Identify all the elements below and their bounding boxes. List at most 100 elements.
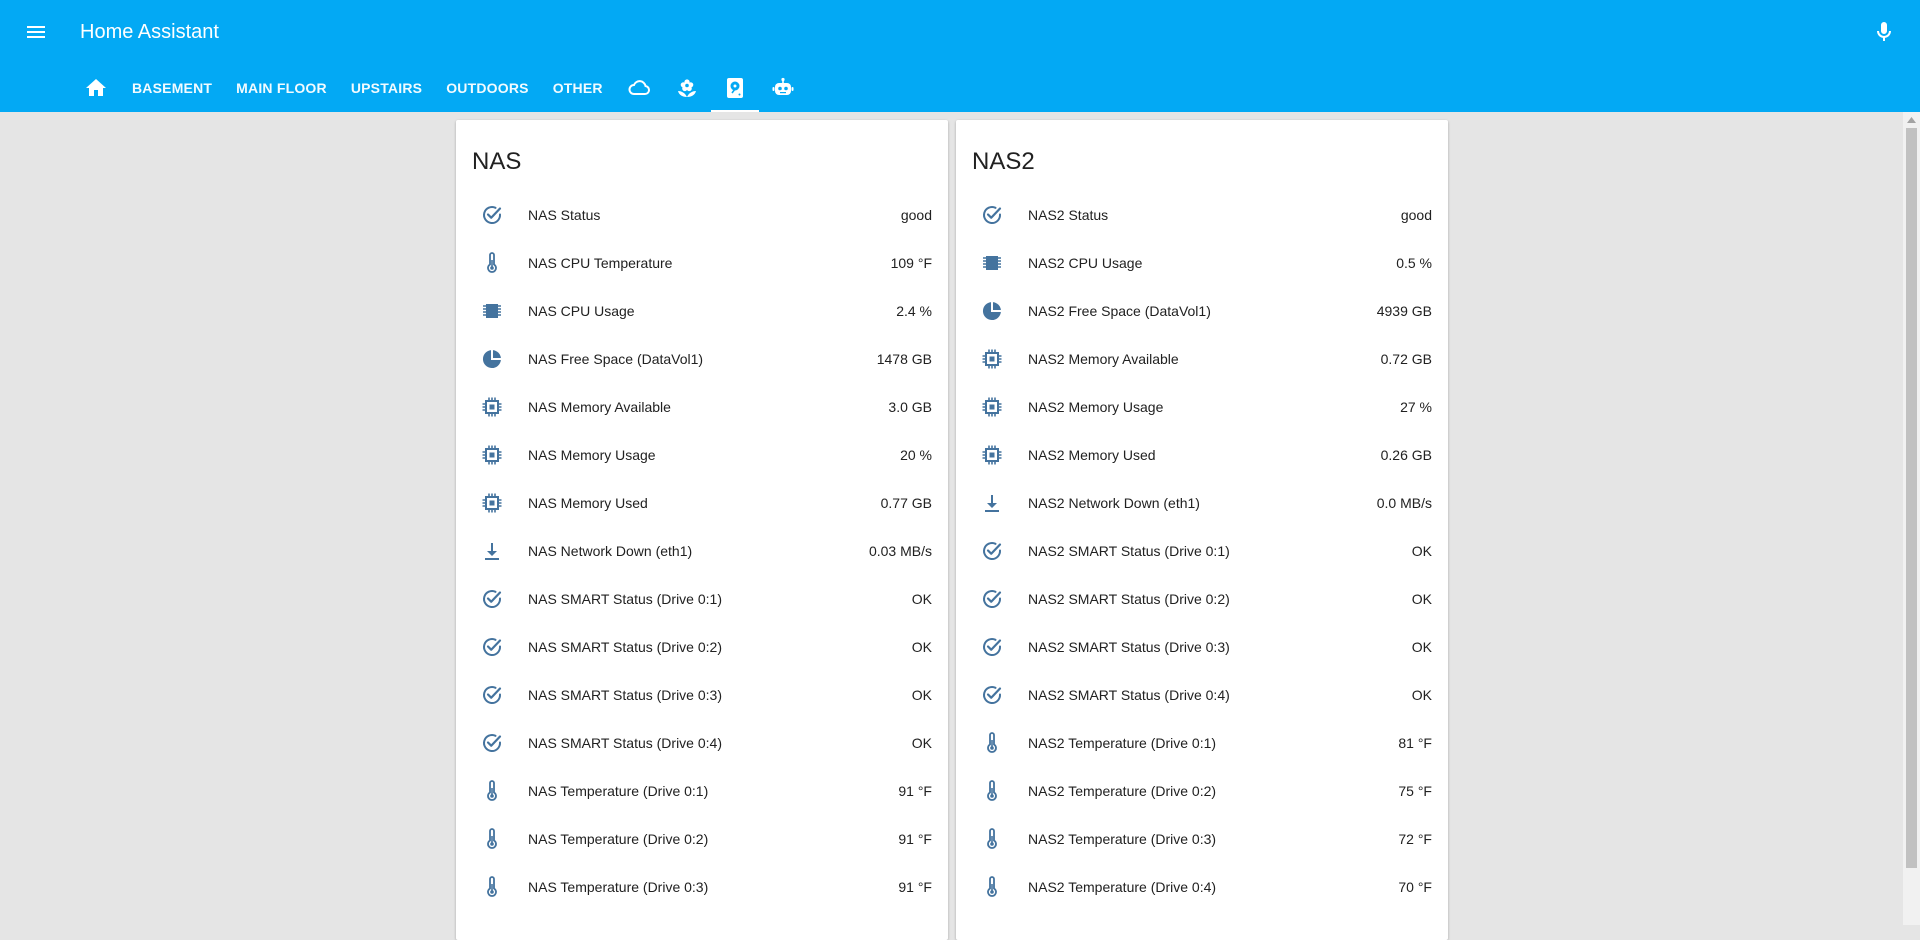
entity-name: NAS CPU Usage	[528, 303, 635, 319]
entity-name: NAS2 Temperature (Drive 0:3)	[1028, 831, 1217, 847]
entity-row[interactable]: NAS Free Space (DataVol1) 1478 GB	[456, 335, 948, 383]
tab-robot[interactable]	[759, 64, 807, 112]
entity-row[interactable]: NAS Memory Available 3.0 GB	[456, 383, 948, 431]
tab-basement[interactable]: BASEMENT	[120, 64, 224, 112]
entity-state: 0.77 GB	[880, 495, 932, 511]
toolbar: Home Assistant	[0, 0, 1920, 64]
entity-state: 70 °F	[1398, 879, 1432, 895]
home-icon	[84, 76, 108, 100]
tab-outdoors[interactable]: OUTDOORS	[434, 64, 541, 112]
entity-row[interactable]: NAS2 Free Space (DataVol1) 4939 GB	[956, 287, 1448, 335]
tab-label: OUTDOORS	[446, 80, 529, 96]
entity-name: NAS Status	[528, 207, 601, 223]
entity-name: NAS2 Memory Available	[1028, 351, 1179, 367]
tab-other[interactable]: OTHER	[541, 64, 615, 112]
entity-state: OK	[1411, 543, 1432, 559]
scrollbar-thumb[interactable]	[1906, 128, 1917, 868]
entity-state: 0.26 GB	[1380, 447, 1432, 463]
entity-row[interactable]: NAS2 Temperature (Drive 0:2) 75 °F	[956, 767, 1448, 815]
entity-row[interactable]: NAS2 SMART Status (Drive 0:2) OK	[956, 575, 1448, 623]
entity-row[interactable]: NAS2 SMART Status (Drive 0:1) OK	[956, 527, 1448, 575]
tab-harddisk[interactable]	[710, 64, 759, 112]
entity-state: 0.0 MB/s	[1376, 495, 1432, 511]
entity-row[interactable]: NAS Memory Usage 20 %	[456, 431, 948, 479]
thermometer-icon	[480, 827, 504, 851]
entity-row[interactable]: NAS CPU Usage 2.4 %	[456, 287, 948, 335]
view-tabs: BASEMENT MAIN FLOOR UPSTAIRS OUTDOORS OTHER	[72, 64, 807, 112]
cloud-icon	[627, 76, 651, 100]
chart-pie-icon	[980, 299, 1004, 323]
download-icon	[980, 491, 1004, 515]
thermometer-icon	[980, 875, 1004, 899]
tab-flower[interactable]	[663, 64, 711, 112]
entity-name: NAS CPU Temperature	[528, 255, 673, 271]
entity-row[interactable]: NAS2 SMART Status (Drive 0:3) OK	[956, 623, 1448, 671]
entity-state: 81 °F	[1398, 735, 1432, 751]
entity-row[interactable]: NAS SMART Status (Drive 0:3) OK	[456, 671, 948, 719]
entity-row[interactable]: NAS Status good	[456, 191, 948, 239]
entity-row[interactable]: NAS Temperature (Drive 0:1) 91 °F	[456, 767, 948, 815]
entity-row[interactable]: NAS2 Temperature (Drive 0:3) 72 °F	[956, 815, 1448, 863]
entity-row[interactable]: NAS2 Status good	[956, 191, 1448, 239]
entity-row[interactable]: NAS Memory Used 0.77 GB	[456, 479, 948, 527]
entity-row[interactable]: NAS2 CPU Usage 0.5 %	[956, 239, 1448, 287]
entity-name: NAS SMART Status (Drive 0:4)	[528, 735, 722, 751]
entity-state: 72 °F	[1398, 831, 1432, 847]
chart-pie-icon	[480, 347, 504, 371]
entity-state: 0.5 %	[1396, 255, 1432, 271]
tab-upstairs[interactable]: UPSTAIRS	[339, 64, 434, 112]
scroll-up-arrow-icon[interactable]	[1903, 112, 1920, 128]
memory-icon	[480, 443, 504, 467]
entity-name: NAS2 SMART Status (Drive 0:3)	[1028, 639, 1230, 655]
tab-label: UPSTAIRS	[350, 80, 423, 96]
entity-state: 91 °F	[898, 783, 932, 799]
entity-name: NAS2 Free Space (DataVol1)	[1028, 303, 1211, 319]
entity-state: 4939 GB	[1376, 303, 1432, 319]
entity-row[interactable]: NAS Temperature (Drive 0:2) 91 °F	[456, 815, 948, 863]
entity-state: 0.72 GB	[1380, 351, 1432, 367]
entity-row[interactable]: NAS2 Network Down (eth1) 0.0 MB/s	[956, 479, 1448, 527]
entity-row[interactable]: NAS Temperature (Drive 0:3) 91 °F	[456, 863, 948, 911]
thermometer-icon	[980, 827, 1004, 851]
entity-state: OK	[911, 639, 932, 655]
tab-home[interactable]	[72, 64, 120, 112]
entity-row[interactable]: NAS2 Temperature (Drive 0:4) 70 °F	[956, 863, 1448, 911]
voice-command-button[interactable]	[1868, 16, 1900, 48]
entity-row[interactable]: NAS SMART Status (Drive 0:2) OK	[456, 623, 948, 671]
menu-button[interactable]	[20, 16, 52, 48]
entity-state: OK	[1411, 591, 1432, 607]
memory-icon	[980, 395, 1004, 419]
entity-row[interactable]: NAS Network Down (eth1) 0.03 MB/s	[456, 527, 948, 575]
entity-row[interactable]: NAS2 SMART Status (Drive 0:4) OK	[956, 671, 1448, 719]
entity-row[interactable]: NAS2 Temperature (Drive 0:1) 81 °F	[956, 719, 1448, 767]
flower-icon	[675, 76, 699, 100]
entity-row[interactable]: NAS2 Memory Usage 27 %	[956, 383, 1448, 431]
entity-row[interactable]: NAS SMART Status (Drive 0:4) OK	[456, 719, 948, 767]
tab-label: OTHER	[552, 80, 603, 96]
entity-name: NAS Memory Available	[528, 399, 671, 415]
entity-row[interactable]: NAS2 Memory Used 0.26 GB	[956, 431, 1448, 479]
entity-state: good	[1400, 207, 1432, 223]
thermometer-icon	[980, 731, 1004, 755]
tab-main-floor[interactable]: MAIN FLOOR	[224, 64, 339, 112]
entity-name: NAS2 Memory Usage	[1028, 399, 1164, 415]
scrollbar[interactable]	[1903, 112, 1920, 925]
thermometer-icon	[980, 779, 1004, 803]
entity-row[interactable]: NAS2 Memory Available 0.72 GB	[956, 335, 1448, 383]
check-circle-icon	[980, 635, 1004, 659]
check-circle-icon	[480, 635, 504, 659]
tab-cloud[interactable]	[615, 64, 663, 112]
entity-state: 0.03 MB/s	[868, 543, 932, 559]
app-header: Home Assistant BASEMENT MAIN FLOOR UPSTAIR…	[0, 0, 1920, 112]
check-circle-icon	[980, 203, 1004, 227]
entity-row[interactable]: NAS SMART Status (Drive 0:1) OK	[456, 575, 948, 623]
dashboard-columns: NAS NAS Status good NAS CPU Temperature 109 …	[456, 120, 1448, 940]
entity-state: 2.4 %	[896, 303, 932, 319]
entity-state: 1478 GB	[876, 351, 932, 367]
tab-label: BASEMENT	[132, 80, 213, 96]
entity-name: NAS2 SMART Status (Drive 0:1)	[1028, 543, 1230, 559]
entity-state: 91 °F	[898, 879, 932, 895]
memory-icon	[980, 443, 1004, 467]
entity-row[interactable]: NAS CPU Temperature 109 °F	[456, 239, 948, 287]
entity-state: 91 °F	[898, 831, 932, 847]
